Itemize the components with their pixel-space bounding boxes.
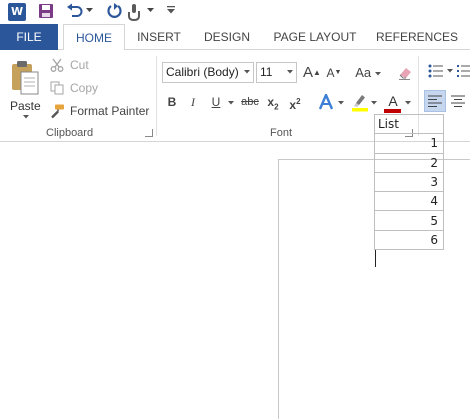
align-left-button[interactable] (424, 90, 446, 112)
touch-mode-dropdown-icon[interactable] (147, 8, 154, 13)
grow-font-icon: A (303, 64, 314, 81)
touch-mode-icon[interactable] (127, 3, 141, 21)
font-color-button[interactable]: A (385, 91, 401, 111)
font-color-swatch (384, 109, 401, 113)
highlight-dropdown-icon[interactable] (371, 101, 377, 105)
group-divider (156, 56, 157, 136)
subscript-index: 2 (274, 102, 279, 112)
table-cell[interactable]: 2 (374, 152, 444, 173)
table-row: 4 (374, 191, 444, 212)
bold-button[interactable]: B (164, 92, 180, 112)
word-logo-icon[interactable]: W (8, 3, 26, 21)
paste-button[interactable]: Paste (6, 56, 44, 124)
clear-formatting-icon[interactable] (397, 65, 413, 81)
bullets-icon[interactable] (428, 64, 444, 78)
copy-button[interactable]: Copy (50, 78, 110, 98)
text-effects-dropdown-icon[interactable] (338, 101, 344, 105)
table-row: 5 (374, 210, 444, 231)
redo-icon[interactable] (107, 3, 123, 19)
highlight-icon[interactable] (351, 92, 369, 112)
tab-references[interactable]: REFERENCES (376, 24, 458, 50)
change-case-button[interactable]: Aa (353, 63, 383, 83)
table-header-cell[interactable]: List (374, 113, 444, 135)
text-effects-icon[interactable] (318, 94, 334, 110)
table-cell[interactable]: 6 (374, 229, 444, 251)
undo-dropdown-icon[interactable] (86, 8, 93, 13)
bullets-dropdown-icon[interactable] (447, 69, 453, 73)
clipboard-group-label: Clipboard (46, 127, 94, 139)
ribbon-tabs: FILE HOME INSERT DESIGN PAGE LAYOUT REFE… (0, 24, 470, 51)
text-cursor (375, 250, 376, 267)
chevron-down-icon (287, 70, 293, 74)
strikethrough-button[interactable]: abc (239, 92, 261, 112)
list-table[interactable]: List 1 2 3 4 5 6 (374, 113, 444, 251)
scissors-icon (50, 58, 64, 72)
paste-icon (12, 61, 39, 95)
cut-label: Cut (70, 58, 89, 72)
customize-qat-icon[interactable] (167, 6, 175, 14)
italic-button[interactable]: I (186, 92, 200, 112)
format-painter-label: Format Painter (70, 104, 150, 118)
tab-home[interactable]: HOME (63, 24, 125, 51)
table-row: List (374, 113, 444, 135)
subscript-button[interactable]: x2 (265, 92, 281, 112)
cut-button[interactable]: Cut (50, 55, 110, 75)
underline-dropdown-icon[interactable] (228, 101, 234, 105)
format-painter-icon (51, 104, 64, 119)
chevron-down-icon (374, 71, 381, 76)
tab-insert[interactable]: INSERT (134, 24, 184, 50)
font-size-value: 11 (260, 65, 273, 79)
grow-font-button[interactable]: A▲ (302, 63, 322, 83)
word-logo-letter: W (11, 5, 24, 18)
table-row: 6 (374, 229, 444, 251)
shrink-font-button[interactable]: A▼ (324, 63, 344, 83)
clipboard-launcher-icon[interactable] (145, 129, 153, 137)
copy-label: Copy (70, 81, 99, 95)
paste-label: Paste (10, 99, 41, 113)
font-size-combo[interactable]: 11 (256, 62, 297, 83)
table-row: 1 (374, 133, 444, 154)
font-color-dropdown-icon[interactable] (405, 101, 411, 105)
tab-page-layout[interactable]: PAGE LAYOUT (270, 24, 360, 50)
save-icon[interactable] (38, 3, 54, 19)
align-center-icon[interactable] (451, 95, 465, 107)
superscript-index: 2 (296, 97, 301, 106)
change-case-label: Aa (355, 65, 372, 80)
font-color-letter: A (388, 93, 398, 109)
numbering-icon[interactable] (457, 64, 470, 78)
chevron-down-icon (244, 70, 250, 74)
copy-icon (50, 81, 64, 95)
table-cell[interactable]: 3 (374, 171, 444, 193)
tab-file[interactable]: FILE (0, 24, 58, 50)
table-row: 3 (374, 171, 444, 193)
table-cell[interactable]: 4 (374, 191, 444, 212)
shrink-font-icon: A (326, 66, 335, 80)
font-name-value: Calibri (Body) (166, 65, 239, 79)
align-left-icon (428, 95, 442, 107)
paste-dropdown-icon[interactable] (23, 115, 29, 119)
tab-design[interactable]: DESIGN (199, 24, 255, 50)
superscript-button[interactable]: x2 (287, 92, 303, 112)
underline-button[interactable]: U (208, 92, 224, 112)
undo-icon[interactable] (66, 3, 84, 19)
table-cell[interactable]: 5 (374, 210, 444, 231)
format-painter-button[interactable]: Format Painter (50, 101, 150, 121)
table-cell[interactable]: 1 (374, 133, 444, 154)
quick-access-toolbar: W (0, 0, 470, 24)
font-group-label: Font (270, 127, 293, 139)
font-name-combo[interactable]: Calibri (Body) (162, 62, 254, 83)
table-row: 2 (374, 152, 444, 173)
